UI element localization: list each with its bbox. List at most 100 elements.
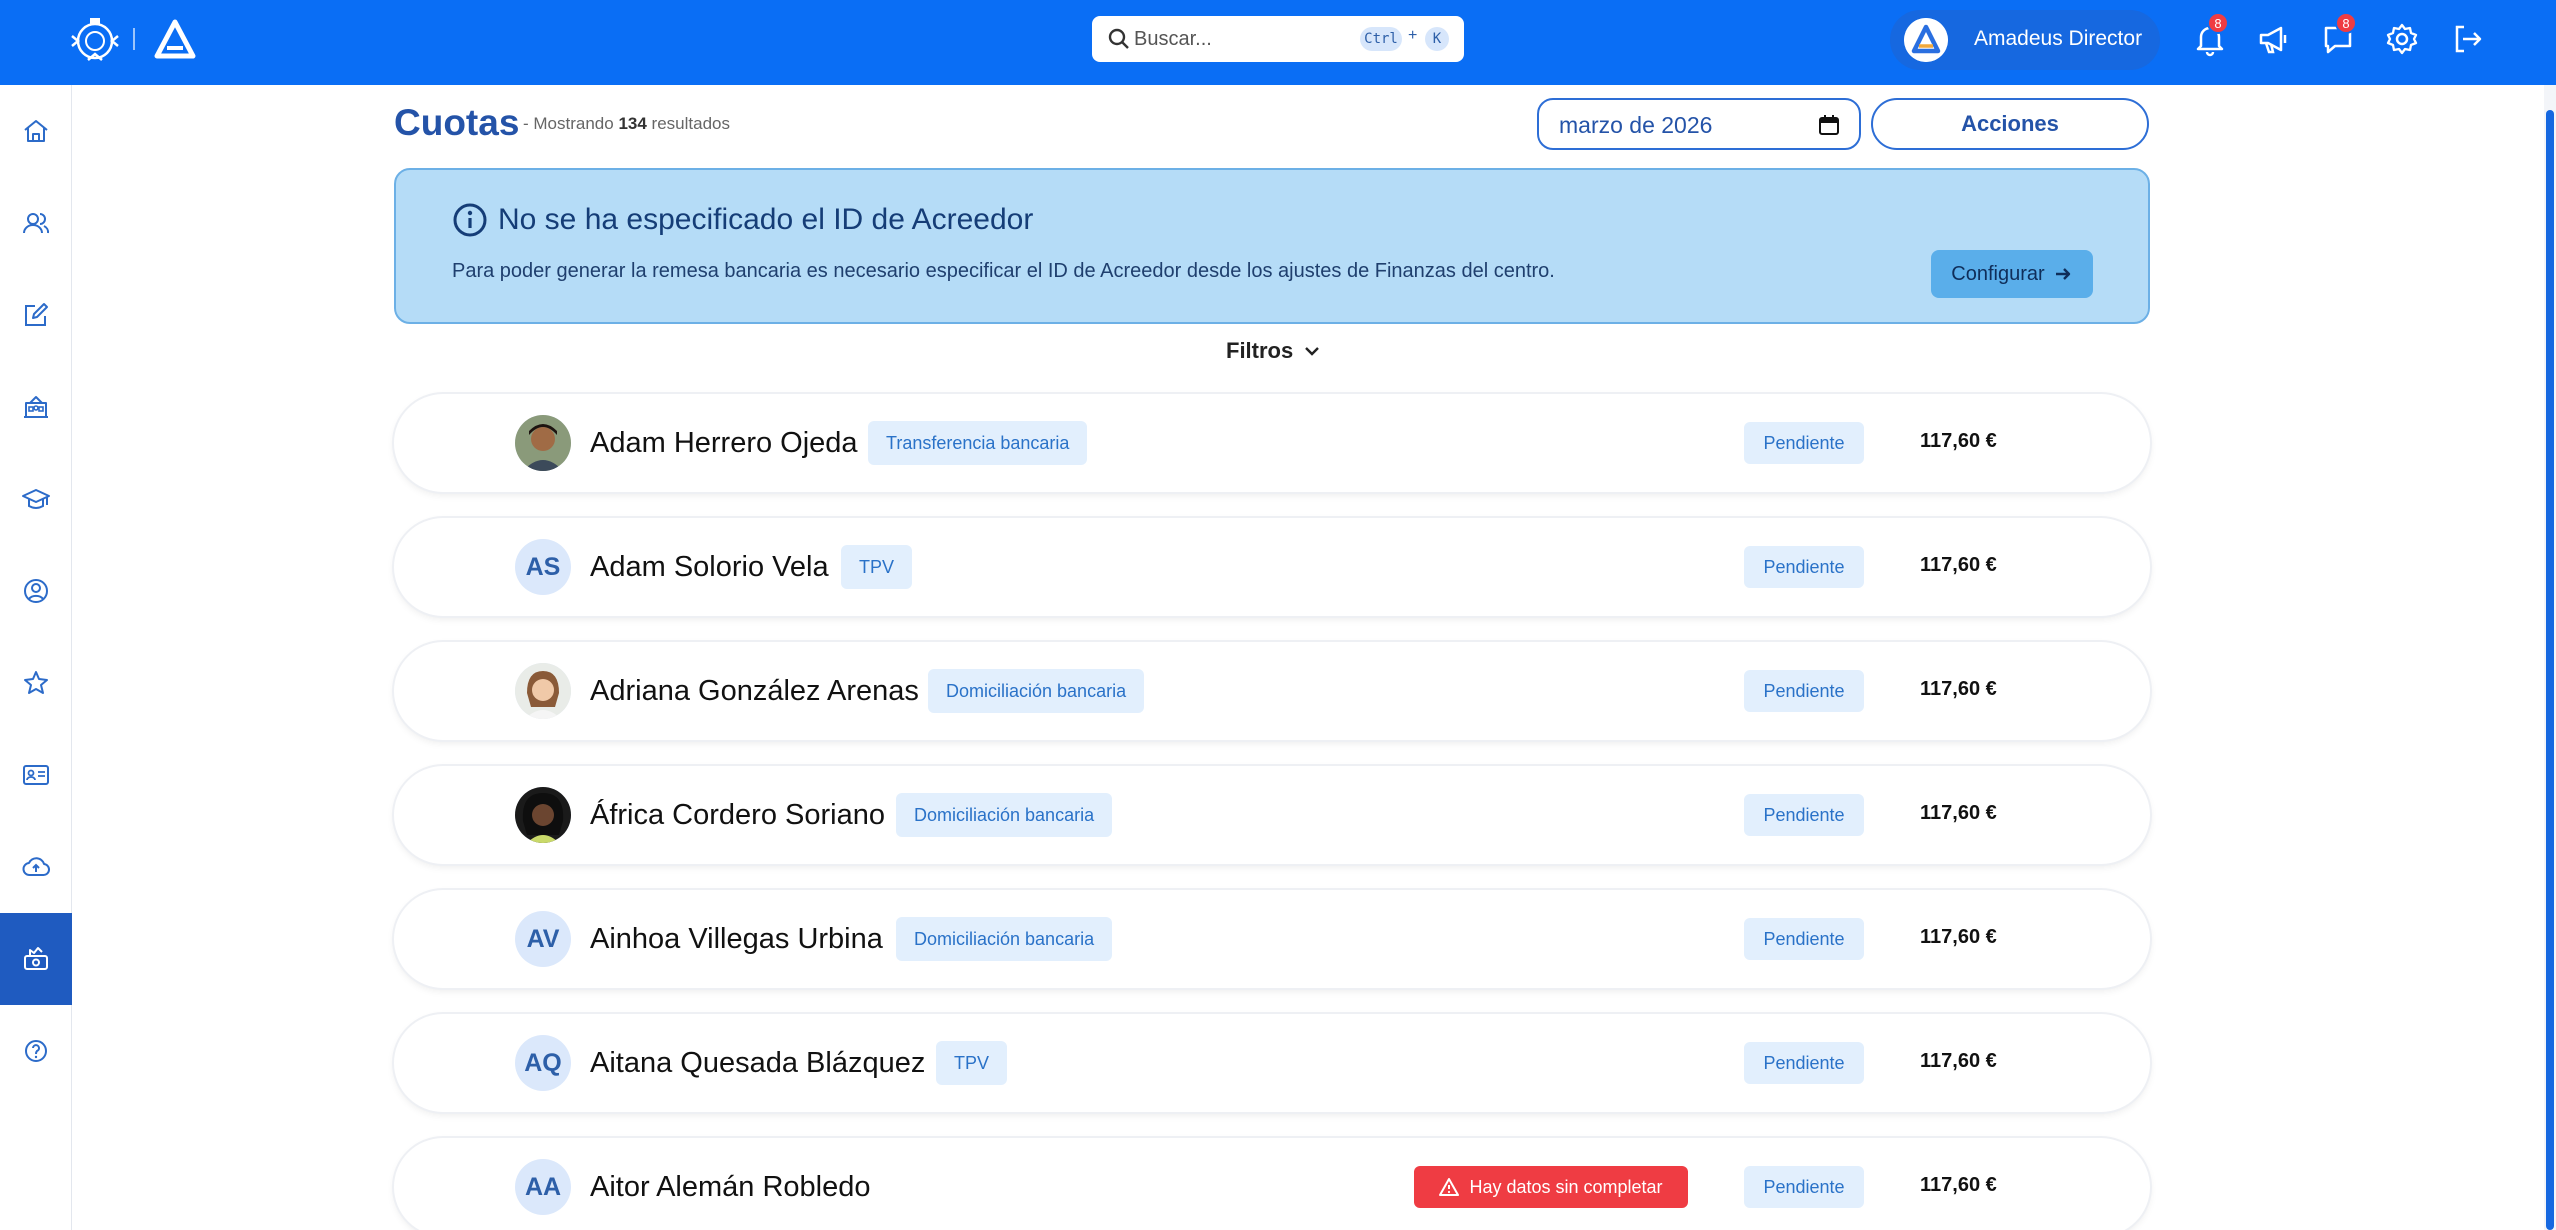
school-crest-logo[interactable] [68, 16, 122, 66]
student-name[interactable]: Adam Herrero Ojeda [590, 427, 858, 460]
fee-row[interactable]: AQ Aitana Quesada Blázquez TPV Pendiente… [394, 1014, 2150, 1112]
fee-row[interactable]: Adriana González Arenas Domiciliación ba… [394, 642, 2150, 740]
student-name[interactable]: Adriana González Arenas [590, 675, 919, 708]
shortcut-k-key: K [1425, 27, 1449, 51]
payment-method-badge: Domiciliación bancaria [896, 917, 1113, 961]
logout-icon[interactable] [2448, 20, 2486, 58]
user-menu[interactable]: Amadeus Director [1890, 10, 2160, 70]
results-summary: - Mostrando 134 resultados [523, 114, 730, 134]
student-initials-avatar: AS [515, 539, 571, 595]
status-badge: Pendiente [1744, 546, 1864, 588]
shortcut-ctrl-key: Ctrl [1360, 27, 1402, 51]
sidebar-item-help[interactable] [0, 1005, 72, 1097]
sidebar-item-favorites[interactable] [0, 637, 72, 729]
settings-gear-icon[interactable] [2383, 20, 2421, 58]
configure-button-label: Configurar [1951, 262, 2045, 285]
alert-body: Para poder generar la remesa bancaria es… [452, 260, 1555, 282]
sidebar-item-finance[interactable] [0, 913, 72, 1005]
fee-amount: 117,60 € [1920, 430, 1997, 452]
finance-money-icon [24, 947, 48, 970]
student-name[interactable]: Ainhoa Villegas Urbina [590, 923, 883, 956]
sidebar-item-users[interactable] [0, 177, 72, 269]
student-name[interactable]: Adam Solorio Vela [590, 551, 829, 584]
scrollbar-thumb[interactable] [2546, 110, 2554, 1230]
fee-row[interactable]: AS Adam Solorio Vela TPV Pendiente 117,6… [394, 518, 2150, 616]
filters-toggle[interactable]: Filtros [1226, 338, 1323, 364]
users-icon [23, 213, 50, 234]
warning-label: Hay datos sin completar [1469, 1176, 1663, 1197]
payment-method-badge: Domiciliación bancaria [928, 669, 1145, 713]
configure-button[interactable]: Configurar [1931, 250, 2093, 298]
student-initials-avatar: AA [515, 1159, 571, 1215]
sidebar-item-id-card[interactable] [0, 729, 72, 821]
student-name[interactable]: Aitana Quesada Blázquez [590, 1047, 925, 1080]
student-initials-avatar: AQ [515, 1035, 571, 1091]
school-building-icon [24, 396, 48, 418]
announcements-megaphone-icon[interactable] [2254, 20, 2292, 58]
id-card-icon [23, 765, 49, 785]
status-badge: Pendiente [1744, 794, 1864, 836]
search-icon [1108, 28, 1129, 49]
cloud-upload-icon [22, 857, 50, 876]
status-badge: Pendiente [1744, 1042, 1864, 1084]
fee-amount: 117,60 € [1920, 802, 1997, 824]
results-suffix: resultados [651, 114, 730, 133]
fee-row[interactable]: AV Ainhoa Villegas Urbina Domiciliación … [394, 890, 2150, 988]
alert-title: No se ha especificado el ID de Acreedor [498, 203, 1034, 236]
star-icon [24, 671, 48, 694]
edit-icon [25, 303, 48, 326]
student-initials-avatar: AV [515, 911, 571, 967]
search-input[interactable] [1134, 24, 1334, 54]
logo-divider [133, 28, 135, 50]
fee-row[interactable]: África Cordero Soriano Domiciliación ban… [394, 766, 2150, 864]
sidebar-item-upload[interactable] [0, 821, 72, 913]
payment-method-badge: TPV [936, 1041, 1008, 1085]
payment-method-badge: Transferencia bancaria [868, 421, 1088, 465]
app-logo[interactable] [153, 18, 197, 62]
student-name[interactable]: Aitor Alemán Robledo [590, 1171, 871, 1204]
info-icon [453, 203, 487, 237]
sidebar-item-edit[interactable] [0, 269, 72, 361]
calendar-icon[interactable] [1817, 113, 1841, 137]
student-photo-avatar [515, 663, 571, 719]
month-picker[interactable]: marzo de 2026 [1537, 98, 1861, 150]
student-photo-avatar [515, 787, 571, 843]
shortcut-plus: + [1408, 27, 1418, 44]
sidebar-item-home[interactable] [0, 85, 72, 177]
help-icon [25, 1040, 47, 1062]
warning-triangle-icon [1439, 1178, 1460, 1196]
chevron-down-icon [1305, 347, 1320, 356]
fee-amount: 117,60 € [1920, 926, 1997, 948]
fee-amount: 117,60 € [1920, 554, 1997, 576]
status-badge: Pendiente [1744, 1166, 1864, 1208]
arrow-right-icon [2055, 268, 2070, 280]
student-name[interactable]: África Cordero Soriano [590, 799, 885, 832]
fee-amount: 117,60 € [1920, 678, 1997, 700]
student-photo-avatar [515, 415, 571, 471]
sidebar-item-profile[interactable] [0, 545, 72, 637]
sidebar-item-school[interactable] [0, 361, 72, 453]
filters-label: Filtros [1226, 338, 1294, 363]
results-count: 134 [618, 114, 647, 133]
sidebar-item-academic[interactable] [0, 453, 72, 545]
payment-method-badge: TPV [841, 545, 913, 589]
messages-badge: 8 [2335, 12, 2357, 34]
status-badge: Pendiente [1744, 422, 1864, 464]
user-avatar-logo [1904, 18, 1948, 62]
fee-amount: 117,60 € [1920, 1174, 1997, 1196]
user-circle-icon [24, 579, 48, 603]
month-picker-value: marzo de 2026 [1559, 112, 1713, 138]
actions-button[interactable]: Acciones [1871, 98, 2149, 150]
notifications-badge: 8 [2207, 12, 2229, 34]
payment-method-badge: Domiciliación bancaria [896, 793, 1113, 837]
status-badge: Pendiente [1744, 670, 1864, 712]
page-title: Cuotas [394, 102, 520, 143]
fee-row[interactable]: AA Aitor Alemán Robledo Hay datos sin co… [394, 1138, 2150, 1230]
incomplete-data-warning: Hay datos sin completar [1414, 1166, 1688, 1208]
fee-row[interactable]: Adam Herrero Ojeda Transferencia bancari… [394, 394, 2150, 492]
sidebar [0, 85, 72, 1230]
status-badge: Pendiente [1744, 918, 1864, 960]
top-bar: Ctrl + K Amadeus Director 8 8 [0, 0, 2556, 85]
results-prefix: - Mostrando [523, 114, 614, 133]
global-search[interactable]: Ctrl + K [1092, 16, 1464, 62]
